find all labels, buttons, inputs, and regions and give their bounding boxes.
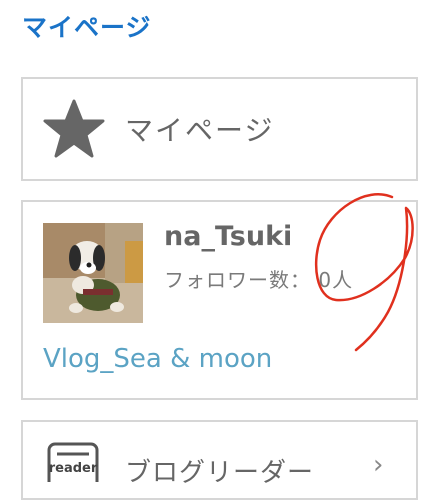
follower-count: フォロワー数： 0人 xyxy=(164,264,353,293)
avatar[interactable] xyxy=(43,223,143,323)
followers-count: 0人 xyxy=(318,268,354,292)
mypage-card[interactable]: マイページ xyxy=(21,77,418,181)
page-title: マイページ xyxy=(22,13,152,42)
reader-icon: reader xyxy=(47,442,99,482)
username-link[interactable]: na_Tsuki xyxy=(164,221,292,252)
reader-card[interactable]: reader ブログリーダー › xyxy=(21,420,418,500)
chevron-right-icon: › xyxy=(373,450,384,480)
followers-label: フォロワー数： xyxy=(164,268,311,292)
avatar-image xyxy=(43,223,143,323)
star-icon xyxy=(43,99,105,158)
profile-card: na_Tsuki フォロワー数： 0人 Vlog_Sea & moon xyxy=(21,200,418,400)
mypage-label: マイページ xyxy=(125,114,275,147)
blog-name-link[interactable]: Vlog_Sea & moon xyxy=(43,344,272,374)
reader-label: ブログリーダー xyxy=(125,458,315,488)
